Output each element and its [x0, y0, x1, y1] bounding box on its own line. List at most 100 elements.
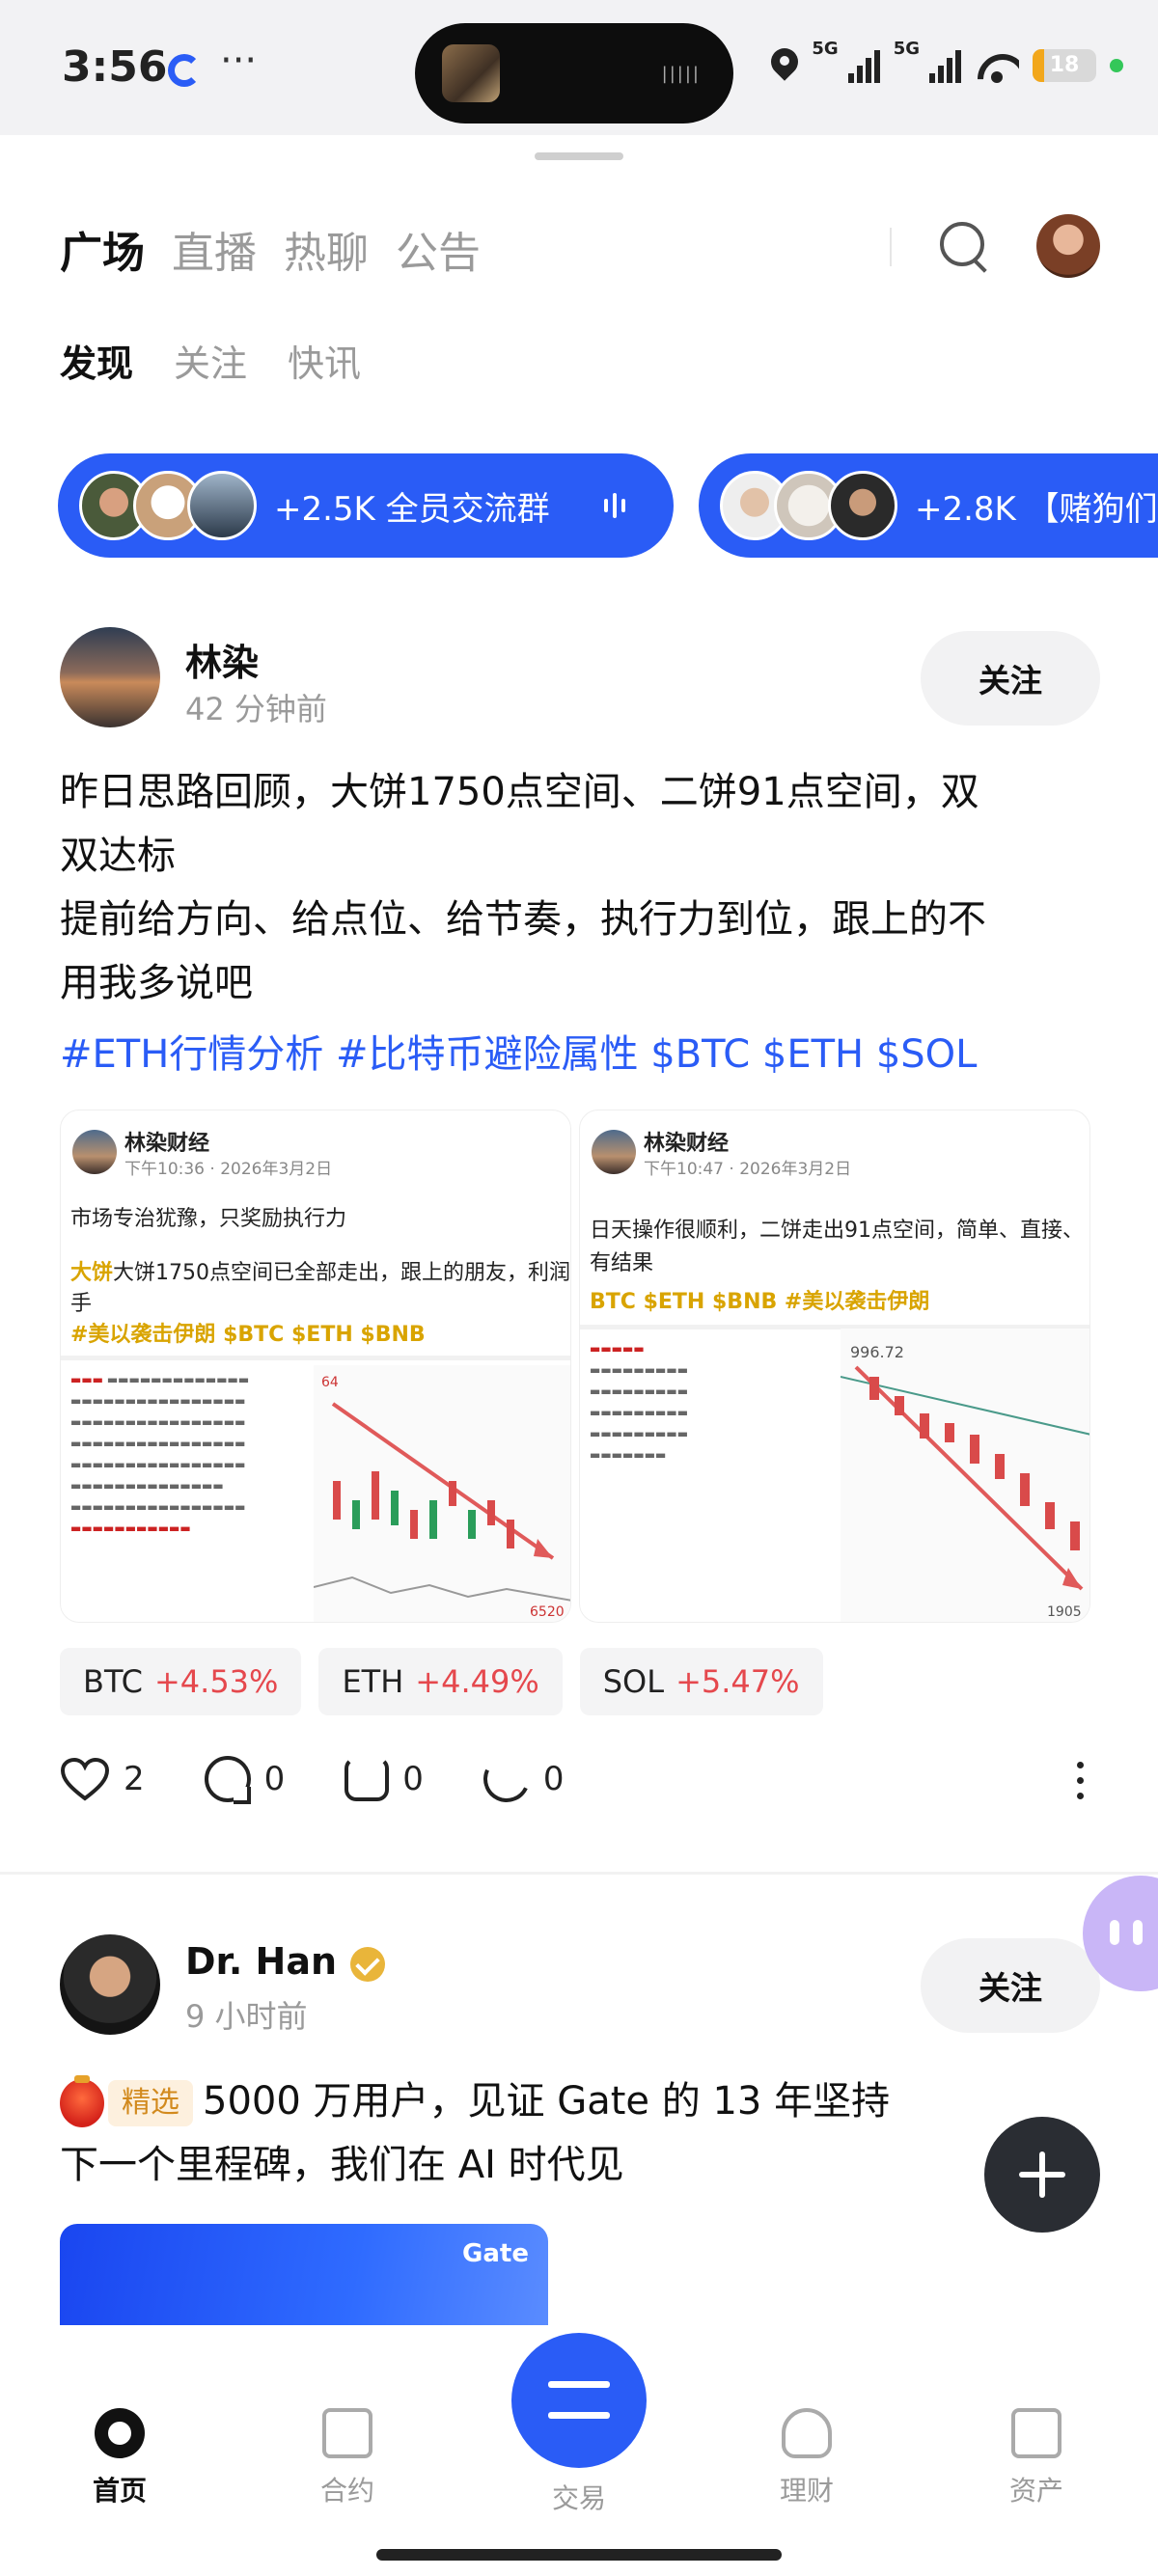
user-avatar[interactable] — [1036, 214, 1100, 278]
ticker-symbol: BTC — [83, 1663, 143, 1700]
arrow-left-icon — [548, 2412, 610, 2419]
battery-icon: 18 — [1033, 49, 1096, 82]
tab-label: 合约 — [319, 2475, 374, 2507]
post-text-part: 5000 万用户，见证 Gate 的 13 年坚持 — [203, 2079, 891, 2124]
author-name[interactable]: 林染 — [185, 633, 259, 686]
avatar — [592, 1130, 636, 1174]
image-text-line: 日天操作很顺利，二饼走出91点空间，简单、直接、 — [590, 1219, 1084, 1243]
tab-plaza[interactable]: 广场 — [60, 218, 145, 280]
sheet-grabber[interactable] — [535, 152, 623, 160]
chart-price-label: 996.72 — [850, 1343, 904, 1361]
tab-hot-chat[interactable]: 热聊 — [284, 218, 369, 280]
tab-home[interactable]: 首页 — [62, 2408, 178, 2508]
tab-news-flash[interactable]: 快讯 — [288, 334, 361, 387]
tab-following[interactable]: 关注 — [174, 334, 247, 387]
status-time: 3:56 — [62, 42, 168, 92]
comment-count: 0 — [263, 1760, 286, 1798]
home-indicator[interactable] — [376, 2549, 782, 2561]
tab-label: 首页 — [92, 2475, 147, 2507]
follow-button[interactable]: 关注 — [921, 631, 1100, 726]
author-name-row[interactable]: Dr. Han — [185, 1940, 386, 1983]
group-chat-carousel: +2.5K 全员交流群 +2.8K 【赌狗们的 — [58, 453, 1158, 560]
tab-futures[interactable]: 合约 — [290, 2408, 405, 2508]
group-chat-pill[interactable]: +2.5K 全员交流群 — [58, 453, 674, 558]
signal-icon-1 — [847, 48, 880, 83]
ticker-chip-sol[interactable]: SOL +5.47% — [579, 1648, 823, 1715]
avatar — [72, 1130, 117, 1174]
nav-divider — [890, 228, 892, 266]
tab-discover[interactable]: 发现 — [60, 334, 133, 387]
image-notes: ▬▬▬ ▬▬▬▬▬▬▬▬▬▬▬▬▬ ▬▬▬▬▬▬▬▬▬▬▬▬▬▬▬▬ ▬▬▬▬▬… — [70, 1373, 250, 1535]
post-text-line: 双达标 — [60, 834, 176, 878]
image-author-name: 林染财经 — [124, 1132, 210, 1156]
ticker-change: +4.49% — [415, 1663, 539, 1700]
tab-label: 理财 — [779, 2475, 834, 2507]
post-body[interactable]: 昨日思路回顾，大饼1750点空间、二饼91点空间，双 双达标 提前给方向、给点位… — [60, 760, 1112, 1015]
post-text-line: 昨日思路回顾，大饼1750点空间、二饼91点空间，双 — [60, 770, 979, 814]
post-image[interactable]: 林染财经 下午10:47 · 2026年3月2日 日天操作很顺利，二饼走出91点… — [579, 1110, 1090, 1623]
group-chat-label: +2.5K 全员交流群 — [274, 489, 550, 529]
voice-wave-icon — [603, 493, 625, 518]
assets-icon — [1011, 2408, 1062, 2458]
repost-count: 0 — [402, 1760, 424, 1798]
tab-label[interactable]: 交易 — [511, 2478, 647, 2516]
tab-live[interactable]: 直播 — [172, 218, 257, 280]
more-options-icon[interactable] — [1077, 1762, 1084, 1799]
like-button[interactable]: 2 — [60, 1757, 145, 1801]
ai-eye — [1110, 1920, 1119, 1945]
repost-button[interactable]: 0 — [345, 1757, 424, 1801]
post-image[interactable]: 林染财经 下午10:36 · 2026年3月2日 市场专治犹豫，只奖励执行力 大… — [60, 1110, 571, 1623]
feed-post: Dr. Han 9 小时前 关注 精选 5000 万用户，见证 Gate 的 13… — [0, 1934, 1158, 2340]
repost-icon — [345, 1757, 390, 1801]
author-avatar[interactable] — [60, 627, 160, 727]
avatar — [828, 471, 897, 540]
image-text-line: 手 — [70, 1292, 93, 1316]
group-chat-label: +2.8K 【赌狗们的 — [915, 489, 1158, 529]
image-hashtag-line: #美以袭击伊朗 $BTC $ETH $BNB — [70, 1323, 426, 1347]
author-avatar[interactable] — [60, 1934, 160, 2035]
more-notifications-icon: ··· — [220, 39, 258, 83]
status-icons: 5G 5G 18 — [771, 39, 1123, 93]
verified-icon — [350, 1946, 386, 1982]
share-button[interactable]: 0 — [477, 1749, 565, 1809]
bottom-tab-bar: 首页 合约 交易 理财 资产 — [0, 2325, 1158, 2576]
candlestick-chart: 64 6520 — [314, 1365, 570, 1622]
wifi-icon — [975, 48, 1019, 83]
post-time: 9 小时前 — [185, 1998, 308, 2035]
tab-label: 资产 — [1008, 2475, 1063, 2507]
follow-button[interactable]: 关注 — [921, 1938, 1100, 2033]
group-member-avatars — [720, 471, 897, 540]
divider — [0, 1872, 1158, 1875]
post-text-line: 下一个里程碑，我们在 AI 时代见 — [60, 2143, 624, 2187]
post-text-line: 用我多说吧 — [60, 961, 253, 1005]
feed-post: 林染 42 分钟前 关注 昨日思路回顾，大饼1750点空间、二饼91点空间，双 … — [0, 627, 1158, 1862]
trade-button[interactable] — [511, 2333, 647, 2468]
ticker-change: +5.47% — [676, 1663, 800, 1700]
post-actions: 2 0 0 0 — [60, 1749, 624, 1809]
privacy-indicator-dot — [1110, 59, 1123, 72]
tab-announcements[interactable]: 公告 — [396, 218, 481, 280]
featured-badge: 精选 — [108, 2080, 193, 2126]
post-text-line: 精选 5000 万用户，见证 Gate 的 13 年坚持 — [60, 2069, 1112, 2133]
create-post-button[interactable] — [984, 2117, 1100, 2233]
location-icon — [771, 48, 798, 83]
search-icon[interactable] — [938, 220, 990, 272]
tab-wealth[interactable]: 理财 — [749, 2408, 865, 2508]
wealth-icon — [782, 2408, 832, 2458]
post-body[interactable]: 精选 5000 万用户，见证 Gate 的 13 年坚持 下一个里程碑，我们在 A… — [60, 2069, 1112, 2197]
tab-assets[interactable]: 资产 — [979, 2408, 1094, 2508]
ticker-chip-btc[interactable]: BTC +4.53% — [60, 1648, 302, 1715]
post-image-banner[interactable]: Gate — [60, 2224, 548, 2330]
post-hashtags[interactable]: #ETH行情分析 #比特币避险属性 $BTC $ETH $SOL — [60, 1023, 977, 1079]
share-icon — [477, 1749, 537, 1809]
image-date: 下午10:36 · 2026年3月2日 — [124, 1160, 333, 1179]
comment-button[interactable]: 0 — [204, 1756, 286, 1804]
image-author-name: 林染财经 — [644, 1132, 730, 1156]
ticker-chip-eth[interactable]: ETH +4.49% — [318, 1648, 563, 1715]
divider — [61, 1356, 570, 1360]
group-chat-pill[interactable]: +2.8K 【赌狗们的 — [699, 453, 1158, 558]
app-indicator-icon — [168, 54, 201, 87]
dynamic-island[interactable]: ||||| — [415, 23, 733, 123]
network-label-2: 5G — [893, 39, 920, 59]
signal-icon-2 — [929, 48, 961, 83]
